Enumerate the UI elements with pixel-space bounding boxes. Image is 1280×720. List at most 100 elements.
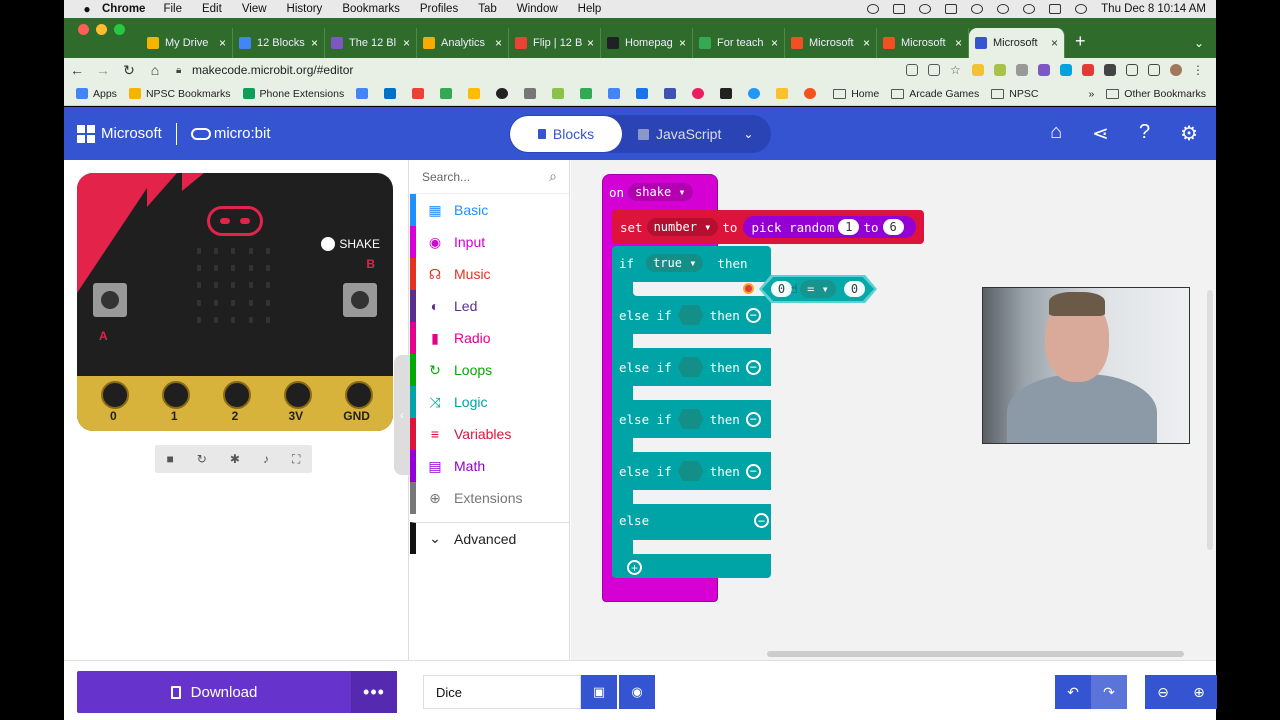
condition-slot[interactable]: [677, 305, 704, 325]
microbit-logo[interactable]: micro:bit: [190, 125, 271, 142]
toolbox-advanced[interactable]: ⌄ Advanced: [410, 522, 569, 554]
outlook-icon[interactable]: [384, 88, 397, 99]
reload-icon[interactable]: ↻: [116, 62, 142, 79]
pin-2[interactable]: 2: [217, 381, 253, 423]
star-icon[interactable]: ☆: [950, 64, 962, 76]
install-icon[interactable]: [906, 64, 918, 76]
bookmark-phone-extensions[interactable]: Phone Extensions: [242, 88, 344, 100]
toolbox-category-extensions[interactable]: ⊕ Extensions: [410, 482, 569, 514]
address-bar[interactable]: 🔒︎ makecode.microbit.org/#editor: [176, 60, 906, 80]
menu-edit[interactable]: Edit: [202, 3, 222, 15]
share-page-icon[interactable]: [928, 64, 940, 76]
toolbox-category-music[interactable]: ☊ Music: [410, 258, 569, 290]
extensions-puzzle-icon[interactable]: [1104, 64, 1116, 76]
bookmarks-overflow-icon[interactable]: »: [1088, 88, 1094, 100]
toolbox-category-radio[interactable]: ▮ Radio: [410, 322, 569, 354]
browser-tab[interactable]: Microsoft ×: [785, 28, 877, 58]
menu-file[interactable]: File: [163, 3, 182, 15]
zoom-in-button[interactable]: ⊕: [1181, 675, 1217, 709]
tab-close-icon[interactable]: ×: [219, 36, 226, 50]
tab-close-icon[interactable]: ×: [1051, 36, 1058, 50]
settings-gear-icon[interactable]: ⚙: [1180, 121, 1198, 146]
pin-gnd[interactable]: GND: [339, 381, 375, 423]
menu-help[interactable]: Help: [578, 3, 602, 15]
calendar-icon[interactable]: [608, 88, 621, 99]
drive-shortcut-icon[interactable]: [440, 88, 453, 99]
microbit-board[interactable]: A B SHAKE 0 1 2 3V GND: [77, 173, 393, 431]
tab-close-icon[interactable]: ×: [403, 36, 410, 50]
lock-icon[interactable]: 🔒︎: [176, 65, 192, 76]
menu-profiles[interactable]: Profiles: [420, 3, 458, 15]
compare-block[interactable]: 0 = ▾ 0: [762, 277, 874, 301]
button-b[interactable]: [343, 283, 377, 317]
search-icon[interactable]: ⌕: [549, 168, 557, 185]
bookmark-other-bookmarks[interactable]: Other Bookmarks: [1106, 88, 1206, 100]
docs-icon[interactable]: [636, 88, 649, 99]
fullscreen-icon[interactable]: ⛶: [292, 452, 300, 467]
pin-1[interactable]: 1: [156, 381, 192, 423]
redo-button[interactable]: ↷: [1091, 675, 1127, 709]
collapse-simulator-button[interactable]: ‹: [394, 355, 410, 475]
toolbox-category-basic[interactable]: ▦ Basic: [410, 194, 569, 226]
home-icon[interactable]: ⌂: [142, 62, 168, 78]
tab-close-icon[interactable]: ×: [587, 36, 594, 50]
random-min-field[interactable]: 1: [838, 219, 860, 235]
remove-branch-icon[interactable]: −: [745, 411, 761, 427]
wifi-icon[interactable]: [1023, 4, 1036, 14]
share-icon[interactable]: ⋖: [1092, 121, 1109, 146]
gmail-icon[interactable]: [412, 88, 425, 99]
condition-slot[interactable]: [677, 409, 704, 429]
photo-icon[interactable]: [552, 88, 565, 99]
save-button[interactable]: ▣: [581, 675, 617, 709]
remove-branch-icon[interactable]: −: [745, 307, 761, 323]
keep-icon[interactable]: [776, 88, 789, 99]
grid-bookmark-icon[interactable]: [664, 88, 677, 99]
javascript-button[interactable]: JavaScript: [638, 126, 721, 142]
debug-bug-icon[interactable]: ✱: [230, 452, 240, 466]
pick-random-block[interactable]: pick random 1 to 6: [743, 216, 916, 238]
kebab-menu-icon[interactable]: ⋮: [1192, 64, 1204, 76]
tab-close-icon[interactable]: ×: [955, 36, 962, 50]
extension-pen-icon[interactable]: [994, 64, 1006, 76]
pin-3v[interactable]: 3V: [278, 381, 314, 423]
bookmark-apps[interactable]: Apps: [76, 88, 117, 100]
horizontal-scrollbar[interactable]: [767, 651, 1184, 657]
battery-icon[interactable]: [1049, 4, 1062, 14]
sync-icon[interactable]: [867, 4, 880, 14]
set-variable-block[interactable]: set number ▾ to pick random 1 to 6: [612, 210, 924, 244]
zoom-out-button[interactable]: ⊖: [1145, 675, 1181, 709]
menu-tab[interactable]: Tab: [478, 3, 497, 15]
remove-else-icon[interactable]: −: [754, 513, 769, 528]
tab-close-icon[interactable]: ×: [311, 36, 318, 50]
undo-button[interactable]: ↶: [1055, 675, 1091, 709]
vertical-scrollbar[interactable]: [1207, 290, 1213, 550]
toolbox-category-variables[interactable]: ≡ Variables: [410, 418, 569, 450]
toolbox-category-logic[interactable]: ⤨ Logic: [410, 386, 569, 418]
drive-icon[interactable]: [893, 4, 906, 14]
bookmark-shortcut-icon[interactable]: [356, 88, 369, 99]
circle-bookmark-icon[interactable]: [804, 88, 817, 99]
record-icon[interactable]: [692, 88, 705, 99]
button-a[interactable]: [93, 283, 127, 317]
extension-formula-icon[interactable]: [1016, 64, 1028, 76]
bluetooth-icon[interactable]: [997, 4, 1010, 14]
bookmark-home[interactable]: Home: [833, 88, 879, 100]
browser-tab[interactable]: Homepag ×: [601, 28, 693, 58]
side-panel-icon[interactable]: [1148, 64, 1160, 76]
tab-close-icon[interactable]: ×: [863, 36, 870, 50]
menu-bookmarks[interactable]: Bookmarks: [342, 3, 400, 15]
menu-history[interactable]: History: [287, 3, 323, 15]
mute-icon[interactable]: ♪: [263, 452, 269, 466]
compare-right-field[interactable]: 0: [843, 281, 866, 297]
extension-diamond-icon[interactable]: [1060, 64, 1072, 76]
close-window-icon[interactable]: [78, 23, 89, 35]
browser-tab[interactable]: Analytics ×: [417, 28, 509, 58]
compare-operator-dropdown[interactable]: = ▾: [800, 280, 836, 298]
condition-slot[interactable]: [677, 461, 704, 481]
volume-icon[interactable]: [971, 4, 984, 14]
toolbox-category-led[interactable]: ◐ Led: [410, 290, 569, 322]
bookmark-npsc-bookmarks[interactable]: NPSC Bookmarks: [128, 88, 231, 100]
menu-view[interactable]: View: [242, 3, 267, 15]
variable-dropdown[interactable]: number ▾: [646, 218, 719, 236]
help-icon[interactable]: ?: [1139, 121, 1150, 146]
